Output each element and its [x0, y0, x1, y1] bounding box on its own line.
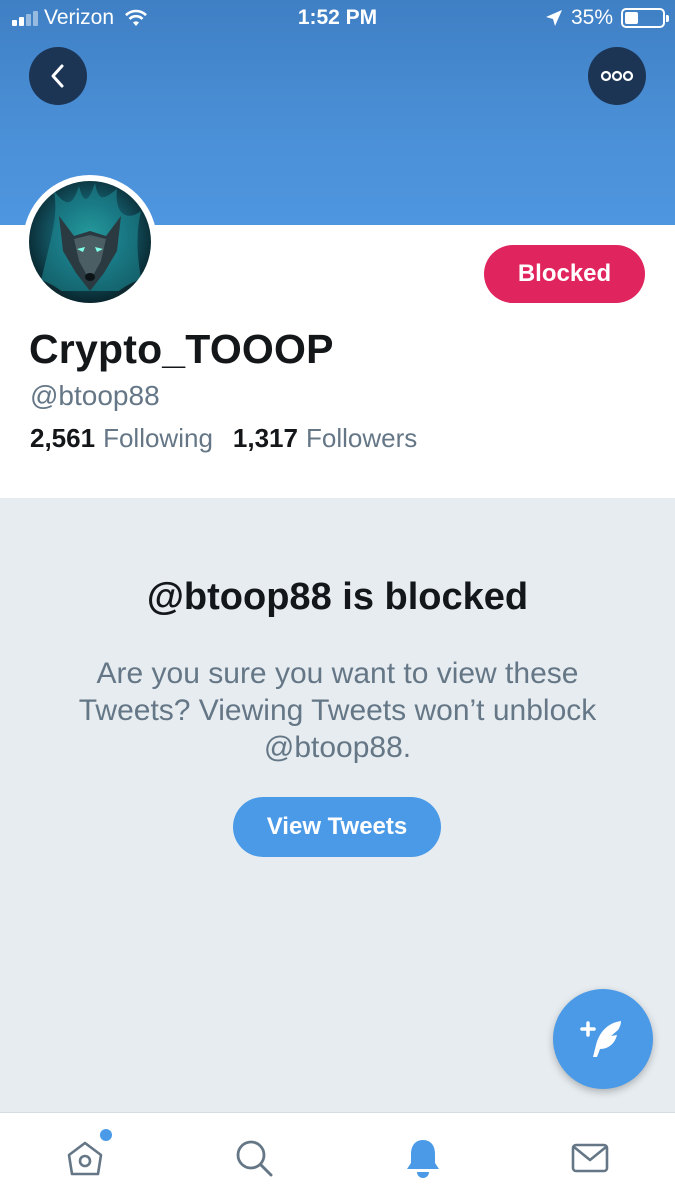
home-notification-dot [100, 1129, 112, 1141]
display-name: Crypto_TOOOP [29, 326, 334, 372]
battery-icon [621, 8, 669, 28]
battery-percentage: 35% [570, 6, 613, 29]
wolf-avatar-image [29, 181, 151, 303]
tab-messages[interactable] [567, 1135, 613, 1181]
blocked-notice-description: Are you sure you want to view these Twee… [78, 657, 597, 764]
chevron-left-icon [51, 64, 64, 88]
home-icon [67, 1141, 103, 1176]
compose-tweet-button[interactable] [553, 989, 653, 1089]
location-arrow-icon [545, 10, 562, 26]
status-right: 35% [545, 6, 669, 30]
search-icon [236, 1140, 273, 1177]
more-options-button[interactable] [588, 47, 646, 105]
status-bar: Verizon 1:52 PM 35% [0, 0, 675, 38]
tab-home[interactable] [62, 1129, 112, 1181]
bell-icon [407, 1140, 439, 1178]
blocked-notice-title: @btoop88 is blocked [146, 576, 529, 618]
bottom-tab-bar [0, 1112, 675, 1200]
followers-count[interactable]: 1,317 [233, 423, 298, 454]
avatar-image [29, 181, 151, 303]
compose-tweet-icon [580, 1021, 621, 1057]
view-tweets-button[interactable]: View Tweets [233, 797, 441, 857]
mail-icon [571, 1143, 609, 1173]
profile-stats: 2,561 Following 1,317 Followers [30, 423, 429, 454]
tab-search[interactable] [231, 1135, 277, 1181]
tab-notifications[interactable] [400, 1135, 446, 1181]
more-horizontal-icon [600, 70, 634, 82]
profile-handle: @btoop88 [30, 380, 160, 411]
blocked-button[interactable]: Blocked [484, 245, 645, 303]
profile-avatar[interactable] [23, 175, 157, 309]
followers-label[interactable]: Followers [306, 423, 417, 454]
back-button[interactable] [29, 47, 87, 105]
battery-level-fill [625, 12, 638, 24]
following-count[interactable]: 2,561 [30, 423, 95, 454]
following-label[interactable]: Following [103, 423, 213, 454]
